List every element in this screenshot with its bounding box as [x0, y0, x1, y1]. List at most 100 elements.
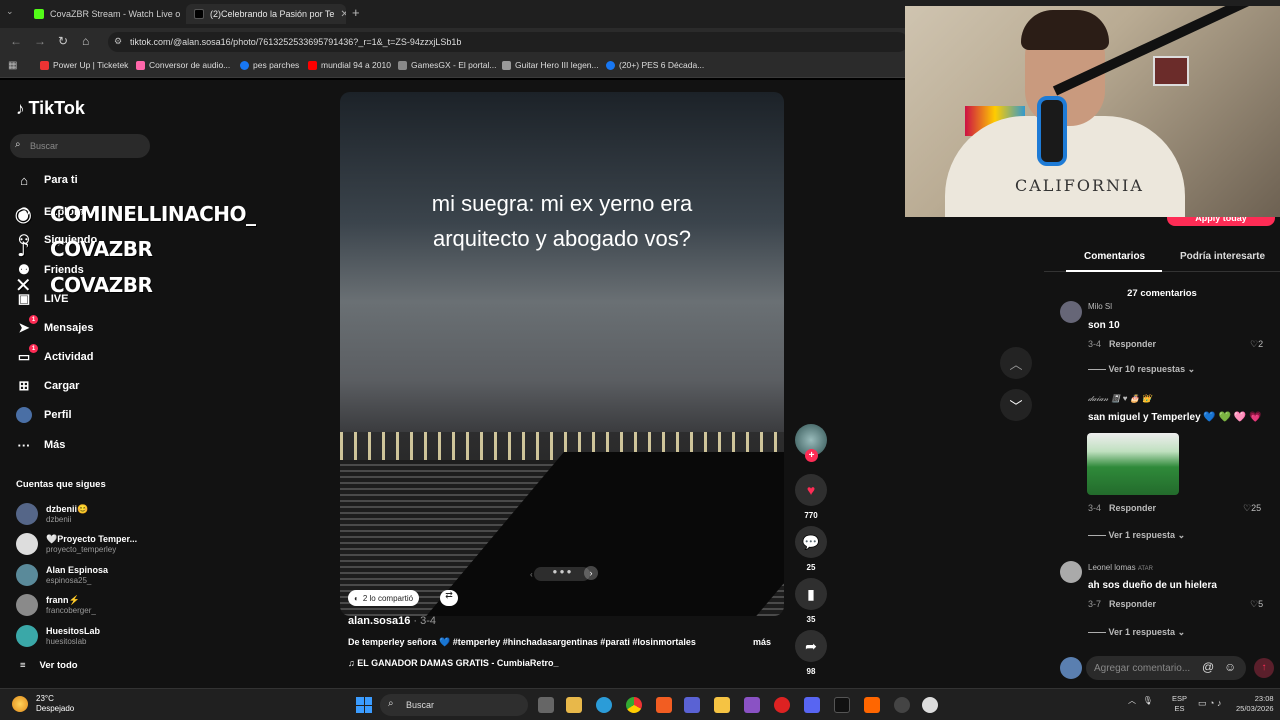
input-language[interactable]: ESP ES: [1172, 694, 1187, 714]
clock[interactable]: 23:08 25/03/2026: [1236, 694, 1274, 714]
bookmark-item[interactable]: (20+) PES 6 Década...: [606, 60, 704, 70]
comment-button[interactable]: 💬 25: [795, 526, 827, 572]
follow-plus-icon[interactable]: +: [805, 449, 818, 462]
next-photo-icon[interactable]: ›: [584, 566, 598, 580]
app-icon[interactable]: [834, 697, 850, 713]
reply-button[interactable]: Responder: [1109, 599, 1156, 609]
shared-by-chip[interactable]: ◐ 2 lo compartió: [348, 590, 420, 606]
system-tray[interactable]: ︿ 🎙: [1128, 695, 1153, 706]
comment-like[interactable]: ♡5: [1250, 599, 1263, 610]
heart-outline-icon: ♡: [1250, 599, 1259, 609]
moon-weather-icon: [12, 696, 28, 712]
following-account[interactable]: frann⚡ francoberger_: [16, 594, 96, 616]
avatar[interactable]: [1060, 561, 1082, 583]
app-icon[interactable]: [774, 697, 790, 713]
discord-icon[interactable]: [804, 697, 820, 713]
comment-meta: 3-4 Responder: [1088, 339, 1157, 349]
view-replies[interactable]: —— Ver 1 respuesta ⌄: [1088, 530, 1185, 541]
brave-icon[interactable]: [656, 697, 672, 713]
comment-input[interactable]: Agregar comentario... @ ☺: [1086, 656, 1246, 680]
next-post-button[interactable]: ﹀: [1000, 389, 1032, 421]
nav-mensajes[interactable]: ➤ 1 Mensajes: [16, 315, 94, 336]
repost-icon[interactable]: ⇄: [440, 590, 458, 606]
following-account[interactable]: Alan Espinosa espinosa25_: [16, 564, 108, 586]
more-link[interactable]: más: [753, 637, 771, 647]
nav-para-ti[interactable]: ⌂ Para ti: [16, 172, 78, 188]
tiktok-icon: ♪: [16, 237, 30, 261]
post-author[interactable]: alan.sosa16 · 3-4: [348, 615, 436, 627]
nav-actividad[interactable]: ▭ 1 Actividad: [16, 344, 94, 365]
task-view-icon[interactable]: [538, 697, 554, 713]
post-photo[interactable]: mi suegra: mi ex yerno era arquitecto y …: [340, 92, 784, 616]
nav-perfil[interactable]: Perfil: [16, 407, 72, 423]
network-icon[interactable]: ▭ ◔ ♪: [1198, 698, 1221, 709]
bookmark-item[interactable]: GamesGX - El portal...: [398, 60, 497, 70]
weather-widget[interactable]: 23°C Despejado: [12, 694, 74, 714]
app-icon[interactable]: [864, 697, 880, 713]
apps-icon[interactable]: ▦: [8, 60, 17, 71]
tab-podria-interesarte[interactable]: Podría interesarte: [1180, 251, 1265, 262]
comment-like[interactable]: ♡25: [1243, 503, 1261, 514]
back-icon[interactable]: ←: [10, 34, 22, 48]
bookmark-favicon-icon: [398, 60, 407, 70]
file-explorer-icon[interactable]: [566, 697, 582, 713]
start-button[interactable]: [356, 697, 372, 713]
bookmark-item[interactable]: Guitar Hero III legen...: [502, 60, 599, 70]
comment-image[interactable]: [1087, 433, 1179, 495]
url-field[interactable]: ⚙ tiktok.com/@alan.sosa16/photo/76132525…: [108, 32, 908, 52]
home-browser-icon[interactable]: ⌂: [82, 34, 89, 48]
new-tab-icon[interactable]: +: [352, 5, 360, 20]
following-account[interactable]: HuesitosLab huesitoslab: [16, 625, 100, 647]
site-info-icon[interactable]: ⚙: [114, 36, 122, 47]
view-replies[interactable]: —— Ver 1 respuesta ⌄: [1088, 627, 1185, 638]
comment-user[interactable]: Milo Sl: [1088, 302, 1112, 311]
obs-icon[interactable]: [922, 697, 938, 713]
close-tab-icon[interactable]: ✕: [340, 9, 346, 20]
app-icon[interactable]: [744, 697, 760, 713]
tab-comentarios[interactable]: Comentarios: [1084, 251, 1145, 262]
bookmark-item[interactable]: mundial 94 a 2010: [308, 60, 391, 70]
folder-icon[interactable]: [714, 697, 730, 713]
tab-list-icon[interactable]: ⌄: [6, 6, 14, 17]
share-button[interactable]: ➦ 98: [795, 630, 827, 676]
taskbar-search[interactable]: ⌕ Buscar: [380, 694, 528, 716]
overlay-instagram: ◉ COMINELLINACHO_: [10, 202, 256, 226]
reply-button[interactable]: Responder: [1109, 503, 1156, 513]
bookmark-item[interactable]: Power Up | Ticketek: [40, 60, 128, 70]
edge-icon[interactable]: [596, 697, 612, 713]
comment-user[interactable]: 𝒹𝒶𝒾𝒶𝓃 📓 ♥ 🎂 👑: [1088, 394, 1152, 404]
chrome-icon[interactable]: [626, 697, 642, 713]
teams-icon[interactable]: [684, 697, 700, 713]
following-account[interactable]: dzbenii😊 dzbenii: [16, 503, 88, 525]
tab-tiktok[interactable]: (2)Celebrando la Pasión por Te ✕: [186, 4, 346, 24]
following-account[interactable]: 🤍Proyecto Temper... proyecto_temperley: [16, 533, 137, 555]
like-button[interactable]: ♥ 770: [795, 474, 827, 520]
emoji-icon[interactable]: ☺: [1224, 660, 1236, 674]
view-replies[interactable]: —— Ver 10 respuestas ⌄: [1088, 364, 1195, 375]
comment-user[interactable]: Leonel lomas ATAR: [1088, 563, 1153, 572]
send-comment-button[interactable]: ↑: [1254, 658, 1274, 678]
see-all-link[interactable]: ≡ Ver todo: [20, 660, 78, 671]
avatar[interactable]: [1060, 301, 1082, 323]
save-button[interactable]: ▮ 35: [795, 578, 827, 624]
previous-post-button[interactable]: ︿: [1000, 347, 1032, 379]
reply-button[interactable]: Responder: [1109, 339, 1156, 349]
tab-covazbr[interactable]: CovaZBR Stream - Watch Live o ✕: [26, 4, 184, 24]
overlay-tiktok: ♪ COVAZBR: [10, 237, 153, 261]
mention-icon[interactable]: @: [1202, 660, 1214, 674]
search-input[interactable]: ⌕ Buscar: [10, 134, 150, 158]
forward-icon[interactable]: →: [34, 34, 46, 48]
tiktok-logo[interactable]: ♪ TikTok: [16, 98, 85, 119]
app-icon[interactable]: [894, 697, 910, 713]
prev-photo-icon[interactable]: ‹: [530, 570, 533, 579]
nav-mas[interactable]: ··· Más: [16, 437, 66, 453]
post-music[interactable]: ♫ EL GANADOR DAMAS GRATIS - CumbiaRetro_: [348, 658, 558, 668]
reload-icon[interactable]: ↻: [58, 34, 68, 48]
heart-icon: ♥: [795, 474, 827, 506]
nav-cargar[interactable]: ⊞ Cargar: [16, 378, 80, 394]
bookmark-item[interactable]: Conversor de audio...: [136, 60, 230, 70]
comment-like[interactable]: ♡2: [1250, 339, 1263, 350]
search-icon: ⌕: [388, 698, 394, 709]
bookmark-item[interactable]: pes parches: [240, 60, 299, 70]
heart-outline-icon: ♡: [1243, 503, 1252, 513]
